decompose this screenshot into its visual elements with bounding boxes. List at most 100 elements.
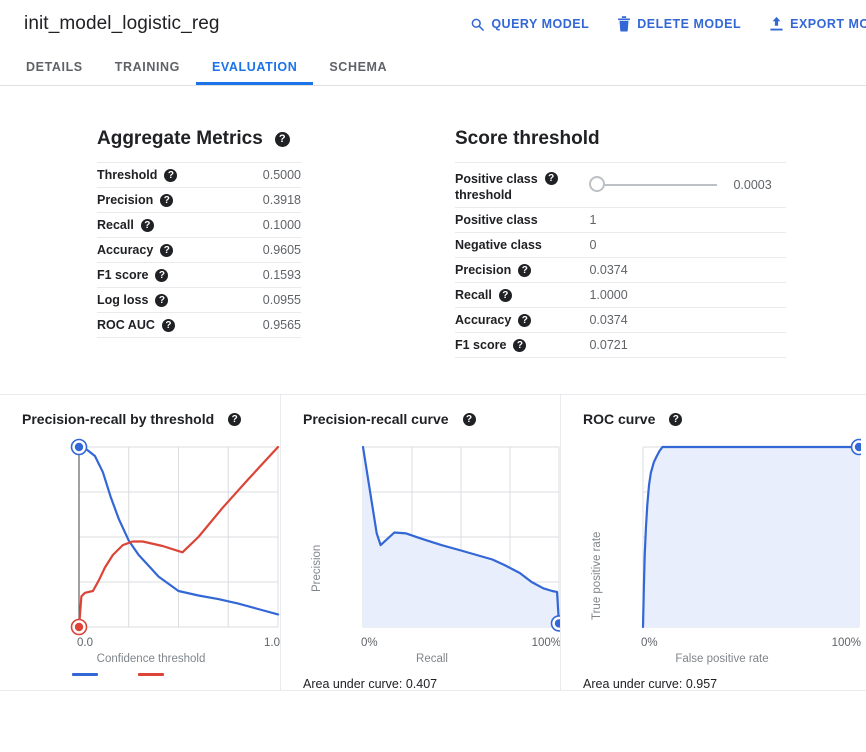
threshold-slider[interactable] xyxy=(589,176,718,192)
chart-title: Precision-recall by threshold xyxy=(22,411,280,427)
table-row: Threshold 0.5000 xyxy=(97,162,301,188)
chart-title: ROC curve xyxy=(583,411,866,427)
threshold-slider-value: 0.0003 xyxy=(733,178,772,192)
auc-label: Area under curve: 0.957 xyxy=(583,677,718,691)
header-actions: QUERY MODEL DELETE MODEL EXPORT MODE xyxy=(470,16,866,32)
precision-recall-curve-card: Precision-recall curve 0%100% Precision … xyxy=(280,395,568,691)
table-row: Recall 1.0000 xyxy=(455,282,786,308)
help-icon[interactable] xyxy=(228,412,242,427)
help-icon[interactable] xyxy=(274,131,290,148)
tab-bar: DETAILS TRAINING EVALUATION SCHEMA xyxy=(0,48,866,86)
help-icon[interactable] xyxy=(164,168,178,183)
tab-training[interactable]: TRAINING xyxy=(99,48,196,85)
metric-label: Precision xyxy=(97,193,154,207)
query-model-label: QUERY MODEL xyxy=(491,17,590,31)
help-icon[interactable] xyxy=(518,313,532,328)
metric-label: Threshold xyxy=(97,168,158,182)
threshold-label-line1: Positive class xyxy=(455,172,538,186)
y-axis-label: Precision xyxy=(311,544,323,592)
svg-text:100%: 100% xyxy=(532,637,561,649)
table-row: Positive class 1 xyxy=(455,207,786,233)
metric-label: Accuracy xyxy=(455,313,512,327)
export-model-button[interactable]: EXPORT MODE xyxy=(769,16,866,32)
metric-label: Recall xyxy=(97,218,134,232)
help-icon[interactable] xyxy=(161,318,175,333)
metric-label: Recall xyxy=(455,288,492,302)
help-icon[interactable] xyxy=(669,412,683,427)
export-upload-icon xyxy=(769,16,784,32)
score-threshold-table: Positive class threshold 0.0003 xyxy=(455,162,786,358)
plot-area: 0% 100% Precision xyxy=(303,437,568,657)
delete-model-label: DELETE MODEL xyxy=(637,17,742,31)
metric-value: 0.5000 xyxy=(262,168,301,182)
help-icon[interactable] xyxy=(518,263,532,278)
table-row: F1 score 0.1593 xyxy=(97,262,301,288)
plot-area: 0% 100% True positive rate xyxy=(583,437,866,657)
metric-label: Negative class xyxy=(455,238,542,252)
metric-value: 0 xyxy=(589,238,597,252)
help-icon[interactable] xyxy=(498,288,512,303)
help-icon[interactable] xyxy=(544,171,558,186)
help-icon[interactable] xyxy=(462,412,476,427)
metric-value: 1.0000 xyxy=(589,288,628,302)
help-icon[interactable] xyxy=(155,268,169,283)
delete-model-button[interactable]: DELETE MODEL xyxy=(617,16,741,32)
page-title: init_model_logistic_reg xyxy=(24,13,220,34)
help-icon[interactable] xyxy=(140,218,154,233)
tab-details[interactable]: DETAILS xyxy=(10,48,99,85)
metrics-section: Aggregate Metrics Threshold 0.5000 Preci… xyxy=(0,86,866,358)
trash-icon xyxy=(617,16,631,32)
table-row: Recall 0.1000 xyxy=(97,212,301,238)
score-threshold-panel: Score threshold Positive class threshold xyxy=(455,128,866,358)
metric-value: 1 xyxy=(589,213,597,227)
help-icon[interactable] xyxy=(160,193,174,208)
chart-title: Precision-recall curve xyxy=(303,411,560,427)
threshold-slider-row: 0.0003 xyxy=(575,176,786,192)
metric-value: 0.9565 xyxy=(262,318,301,332)
plot-area: 0.0 1.0 xyxy=(22,437,280,657)
slider-thumb[interactable] xyxy=(589,176,606,192)
precision-recall-curve-plot: 0% 100% xyxy=(361,445,568,649)
tab-evaluation[interactable]: EVALUATION xyxy=(195,48,314,85)
query-model-button[interactable]: QUERY MODEL xyxy=(470,17,589,32)
svg-text:100%: 100% xyxy=(832,637,861,649)
table-row: ROC AUC 0.9565 xyxy=(97,312,301,338)
help-icon[interactable] xyxy=(513,338,527,353)
metric-label: ROC AUC xyxy=(97,318,155,332)
table-row: Accuracy 0.9605 xyxy=(97,237,301,263)
metric-value: 0.1593 xyxy=(262,268,301,282)
score-threshold-title: Score threshold xyxy=(455,128,600,149)
legend-swatch-precision xyxy=(138,673,164,676)
metric-value: 0.1000 xyxy=(262,218,301,232)
table-row: Negative class 0 xyxy=(455,232,786,258)
legend-swatch-recall xyxy=(72,673,98,676)
metric-label: F1 score xyxy=(455,338,507,352)
table-row: F1 score 0.0721 xyxy=(455,332,786,358)
divider xyxy=(0,690,280,691)
metric-value: 0.0955 xyxy=(262,293,301,307)
divider xyxy=(561,690,866,691)
auc-label: Area under curve: 0.407 xyxy=(303,677,438,691)
precision-recall-by-threshold-plot: 0.0 1.0 xyxy=(70,438,280,649)
metric-value: 0.3918 xyxy=(262,193,301,207)
divider xyxy=(281,690,560,691)
svg-text:0%: 0% xyxy=(641,637,658,649)
charts-section: Precision-recall by threshold 0.01.0 Con… xyxy=(0,394,866,691)
table-row: Precision 0.3918 xyxy=(97,187,301,213)
svg-text:0%: 0% xyxy=(361,637,378,649)
help-icon[interactable] xyxy=(160,243,174,258)
help-icon[interactable] xyxy=(155,293,169,308)
table-row: Precision 0.0374 xyxy=(455,257,786,283)
metric-label: Accuracy xyxy=(97,243,154,257)
table-row: Accuracy 0.0374 xyxy=(455,307,786,333)
page-header: init_model_logistic_reg QUERY MODEL DELE… xyxy=(0,0,866,48)
aggregate-metrics-panel: Aggregate Metrics Threshold 0.5000 Preci… xyxy=(0,128,455,358)
svg-text:0.0: 0.0 xyxy=(77,637,93,649)
metric-label: F1 score xyxy=(97,268,149,282)
roc-curve-plot: 0% 100% xyxy=(641,438,866,649)
metric-label: Log loss xyxy=(97,293,149,307)
table-row: Log loss 0.0955 xyxy=(97,287,301,313)
svg-text:1.0: 1.0 xyxy=(264,637,280,649)
y-axis-label: True positive rate xyxy=(591,531,603,620)
tab-schema[interactable]: SCHEMA xyxy=(313,48,403,85)
